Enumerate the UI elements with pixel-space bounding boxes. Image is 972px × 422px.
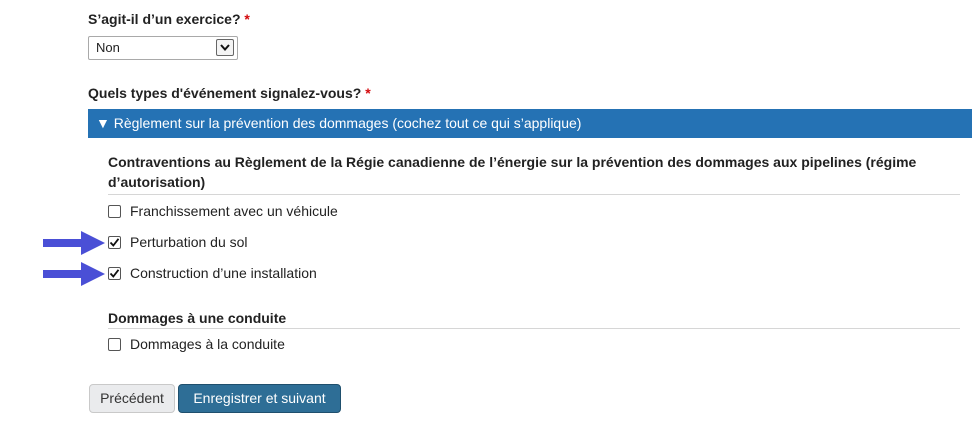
event-types-question-label: Quels types d'événement signalez-vous? bbox=[88, 85, 362, 101]
checkbox-vehicle-crossing[interactable] bbox=[108, 204, 121, 218]
triangle-down-icon: ▼ bbox=[96, 115, 110, 131]
checkbox-label: Franchissement avec un véhicule bbox=[130, 203, 338, 219]
required-asterisk: * bbox=[244, 11, 250, 27]
group-heading-contraventions: Contraventions au Règlement de la Régie … bbox=[108, 154, 917, 190]
damage-prevention-panel-header[interactable]: ▼ Règlement sur la prévention des dommag… bbox=[88, 109, 972, 138]
exercise-select-value: Non bbox=[96, 40, 120, 55]
checkbox-pipe-damage[interactable] bbox=[108, 337, 121, 351]
checkbox-row-vehicle-crossing[interactable]: Franchissement avec un véhicule bbox=[108, 203, 338, 219]
checkbox-facility-construction[interactable] bbox=[108, 266, 121, 280]
divider bbox=[108, 194, 960, 195]
save-and-next-button[interactable]: Enregistrer et suivant bbox=[178, 384, 341, 413]
checkbox-label: Perturbation du sol bbox=[130, 234, 248, 250]
panel-title: Règlement sur la prévention des dommages… bbox=[113, 115, 582, 131]
event-types-question: Quels types d'événement signalez-vous? * bbox=[88, 85, 371, 101]
checkbox-label: Dommages à la conduite bbox=[130, 336, 285, 352]
arrow-right-icon bbox=[43, 231, 105, 255]
required-asterisk: * bbox=[365, 85, 371, 101]
checkbox-ground-disturbance[interactable] bbox=[108, 235, 121, 249]
divider bbox=[108, 328, 960, 329]
previous-button[interactable]: Précédent bbox=[89, 384, 175, 413]
exercise-select[interactable]: Non bbox=[88, 36, 238, 60]
checkbox-label: Construction d’une installation bbox=[130, 265, 317, 281]
checkbox-row-ground-disturbance[interactable]: Perturbation du sol bbox=[108, 234, 248, 250]
exercise-question-label: S’agit-il d’un exercice? bbox=[88, 11, 241, 27]
check-icon bbox=[109, 237, 120, 247]
chevron-down-icon[interactable] bbox=[216, 39, 234, 56]
checkbox-row-pipe-damage[interactable]: Dommages à la conduite bbox=[108, 336, 285, 352]
checkbox-row-facility-construction[interactable]: Construction d’une installation bbox=[108, 265, 317, 281]
check-icon bbox=[109, 268, 120, 278]
group-heading-pipe-damage: Dommages à une conduite bbox=[108, 310, 287, 326]
arrow-right-icon bbox=[43, 262, 105, 286]
exercise-question: S’agit-il d’un exercice? * bbox=[88, 11, 250, 27]
